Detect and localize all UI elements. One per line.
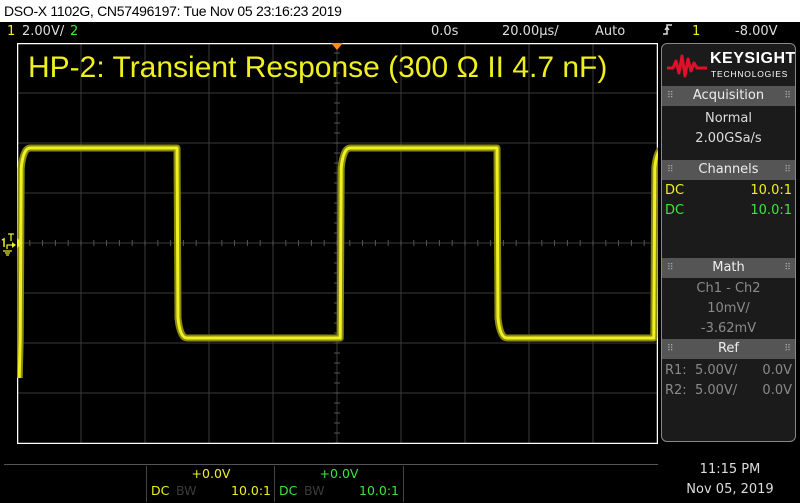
- math-offset: -3.62mV: [700, 321, 757, 336]
- waveform-display[interactable]: [17, 43, 658, 444]
- display-annotation: HP-2: Transient Response (300 Ω II 4.7 n…: [28, 51, 608, 84]
- sidebar: KEYSIGHT TECHNOLOGIES ⠿ Acquisition ⠿ No…: [661, 43, 796, 442]
- ch2-probe: 10.0:1: [750, 203, 792, 218]
- keysight-wave-icon: [667, 54, 707, 78]
- ch2-coupling: DC: [665, 203, 685, 218]
- window-title: DSO-X 1102G, CN57496197: Tue Nov 05 23:1…: [0, 0, 800, 22]
- ch1-probe-bottom: 10.0:1: [231, 483, 271, 498]
- clock: 11:15 PM Nov 05, 2019: [660, 460, 800, 500]
- ch2-offset: +0.0V: [319, 466, 359, 481]
- ch1-reference-indicator[interactable]: [0, 232, 16, 258]
- sample-rate: 2.00GSa/s: [695, 131, 762, 146]
- channels-header[interactable]: ⠿ Channels ⠿: [662, 160, 795, 180]
- graticule: [17, 43, 658, 444]
- drag-handle-icon[interactable]: ⠿: [784, 339, 791, 359]
- channel-row-1[interactable]: DC 10.0:1: [662, 181, 795, 201]
- acquisition-header[interactable]: ⠿ Acquisition ⠿: [662, 86, 795, 106]
- drag-handle-icon[interactable]: ⠿: [784, 86, 791, 106]
- ch1-coupling: DC: [665, 183, 685, 198]
- brand-subtitle: TECHNOLOGIES: [711, 69, 789, 79]
- trigger-level[interactable]: -8.00V: [735, 22, 778, 42]
- clock-date: Nov 05, 2019: [686, 482, 774, 497]
- math-scale: 10mV/: [707, 301, 750, 316]
- ch1-coupling-bottom: DC: [151, 483, 170, 498]
- brand-name: KEYSIGHT: [710, 50, 796, 67]
- drag-handle-icon[interactable]: ⠿: [667, 160, 674, 180]
- ground-icon: [1, 233, 16, 256]
- ch1-probe: 10.0:1: [750, 183, 792, 198]
- ref2-offset: 0.0V: [762, 383, 792, 398]
- ch2-coupling-bottom: DC: [279, 483, 298, 498]
- drag-handle-icon[interactable]: ⠿: [667, 339, 674, 359]
- math-title: Math: [712, 260, 745, 275]
- drag-handle-icon[interactable]: ⠿: [667, 258, 674, 278]
- ch2-bottom-info[interactable]: +0.0V DC BW 10.0:1: [274, 466, 404, 502]
- acquisition-mode: Normal: [704, 111, 753, 126]
- drag-handle-icon[interactable]: ⠿: [667, 86, 674, 106]
- ref2-scale: 5.00V/: [694, 383, 738, 398]
- keysight-logo: KEYSIGHT TECHNOLOGIES: [662, 44, 795, 86]
- ref-row-1[interactable]: R1: 5.00V/ 0.0V: [662, 361, 795, 381]
- ch2-bw-limit: BW: [304, 483, 325, 498]
- ref-title: Ref: [717, 341, 740, 356]
- drag-handle-icon[interactable]: ⠿: [784, 160, 791, 180]
- trigger-mode[interactable]: Auto: [595, 22, 625, 42]
- ref1-scale: 5.00V/: [694, 363, 738, 378]
- math-function: Ch1 - Ch2: [696, 281, 761, 296]
- ch1-scale[interactable]: 2.00V/: [22, 22, 64, 42]
- ref1-name: R1:: [665, 363, 687, 378]
- time-scale[interactable]: 20.00µs/: [502, 22, 559, 42]
- ch2-probe-bottom: 10.0:1: [359, 483, 399, 498]
- ref-header[interactable]: ⠿ Ref ⠿: [662, 339, 795, 359]
- ch2-indicator[interactable]: 2: [70, 22, 78, 42]
- ch1-offset: +0.0V: [191, 466, 231, 481]
- trigger-source[interactable]: 1: [692, 22, 700, 42]
- bottom-divider: [4, 464, 658, 465]
- drag-handle-icon[interactable]: ⠿: [784, 258, 791, 278]
- channel-row-2[interactable]: DC 10.0:1: [662, 201, 795, 221]
- ref-row-2[interactable]: R2: 5.00V/ 0.0V: [662, 381, 795, 401]
- ch1-bw-limit: BW: [176, 483, 197, 498]
- trigger-edge-icon: [662, 22, 674, 45]
- clock-time: 11:15 PM: [699, 462, 761, 477]
- trigger-position-marker: [331, 43, 343, 50]
- ch1-bottom-info[interactable]: +0.0V DC BW 10.0:1: [146, 466, 275, 502]
- acquisition-title: Acquisition: [692, 88, 765, 103]
- math-header[interactable]: ⠿ Math ⠿: [662, 258, 795, 278]
- ref2-name: R2:: [665, 383, 687, 398]
- ch1-indicator[interactable]: 1: [7, 22, 15, 42]
- time-offset[interactable]: 0.0s: [431, 22, 458, 42]
- channels-title: Channels: [698, 162, 759, 177]
- status-bar: 1 2.00V/ 2 0.0s 20.00µs/ Auto 1 -8.00V: [0, 22, 800, 42]
- ref1-offset: 0.0V: [762, 363, 792, 378]
